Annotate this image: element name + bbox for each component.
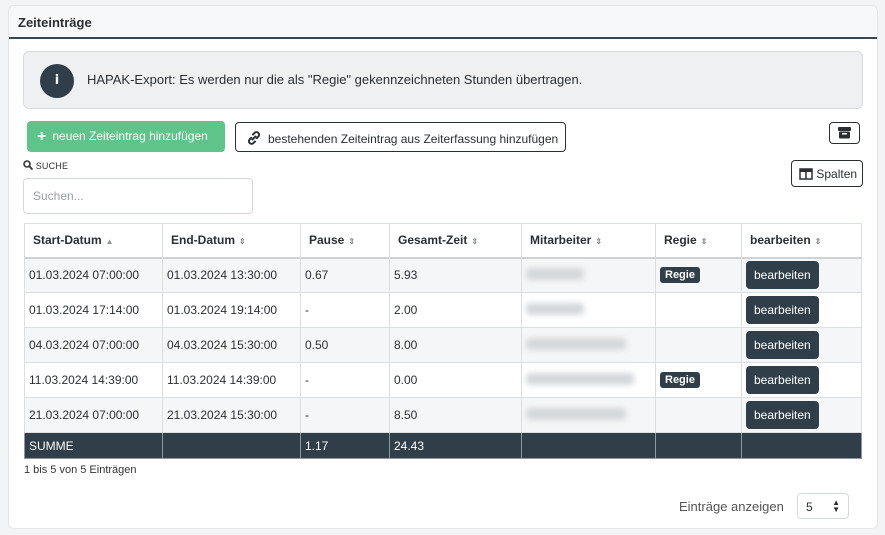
cell-start: 04.03.2024 07:00:00 xyxy=(24,327,163,363)
cell-start: 11.03.2024 14:39:00 xyxy=(24,362,163,398)
col-total-time[interactable]: Gesamt-Zeit ⇕ xyxy=(389,223,522,259)
cell-regie xyxy=(655,292,742,328)
table-row: 21.03.2024 07:00:00 21.03.2024 15:30:00 … xyxy=(24,397,862,433)
table-row: 01.03.2024 07:00:00 01.03.2024 13:30:00 … xyxy=(24,257,862,293)
archive-button[interactable] xyxy=(829,122,860,144)
cell-edit: bearbeiten xyxy=(741,257,862,293)
columns-button[interactable]: Spalten xyxy=(791,160,863,187)
table-row: 01.03.2024 17:14:00 01.03.2024 19:14:00 … xyxy=(24,292,862,328)
search-input[interactable] xyxy=(23,178,253,214)
sort-asc-icon: ▲ xyxy=(105,237,114,247)
link-icon xyxy=(246,130,262,149)
add-new-entry-label: neuen Zeiteintrag hinzufügen xyxy=(52,129,208,143)
cell-start: 21.03.2024 07:00:00 xyxy=(24,397,163,433)
cell-regie xyxy=(655,397,742,433)
search-icon xyxy=(23,160,33,170)
cell-employee-redacted xyxy=(521,292,656,328)
page-size-label: Einträge anzeigen xyxy=(679,499,784,514)
cell-edit: bearbeiten xyxy=(741,327,862,363)
cell-employee-redacted xyxy=(521,362,656,398)
cell-end: 01.03.2024 19:14:00 xyxy=(162,292,301,328)
col-end-date[interactable]: End-Datum ⇕ xyxy=(162,223,301,259)
add-existing-entry-label: bestehenden Zeiteintrag aus Zeiterfassun… xyxy=(268,132,559,146)
summary-label: SUMME xyxy=(24,432,163,459)
summary-empty xyxy=(741,432,862,459)
cell-edit: bearbeiten xyxy=(741,292,862,328)
time-entries-table: Start-Datum ▲ End-Datum ⇕ Pause ⇕ Gesamt-Ze… xyxy=(24,223,862,459)
card-title: Zeiteinträge xyxy=(18,15,92,30)
cell-total: 5.93 xyxy=(389,257,522,293)
time-entries-card: Zeiteinträge i HAPAK-Export: Es werden n… xyxy=(8,5,878,529)
cell-regie: Regie xyxy=(655,362,742,398)
edit-button[interactable]: bearbeiten xyxy=(746,331,819,359)
card-header: Zeiteinträge xyxy=(9,6,877,39)
table-info-text: 1 bis 5 von 5 Einträgen xyxy=(24,464,137,476)
summary-empty xyxy=(655,432,742,459)
alert-text: HAPAK-Export: Es werden nur die als "Reg… xyxy=(87,72,583,87)
regie-badge: Regie xyxy=(660,372,700,388)
cell-total: 8.00 xyxy=(389,327,522,363)
summary-empty xyxy=(162,432,301,459)
cell-pause: - xyxy=(300,292,390,328)
edit-button[interactable]: bearbeiten xyxy=(746,366,819,394)
page-size-select[interactable]: 5 ▲ ▼ xyxy=(797,493,849,519)
archive-icon xyxy=(838,127,851,139)
plus-icon: + xyxy=(37,128,47,145)
cell-employee-redacted xyxy=(521,327,656,363)
page-size-value: 5 xyxy=(806,500,813,514)
sort-icon: ⇕ xyxy=(471,237,479,247)
cell-regie xyxy=(655,327,742,363)
summary-total: 24.43 xyxy=(389,432,522,459)
add-existing-entry-button[interactable]: bestehenden Zeiteintrag aus Zeiterfassun… xyxy=(235,122,566,152)
columns-label: Spalten xyxy=(816,167,858,181)
cell-total: 8.50 xyxy=(389,397,522,433)
info-alert: i HAPAK-Export: Es werden nur die als "R… xyxy=(23,51,863,109)
cell-regie: Regie xyxy=(655,257,742,293)
edit-button[interactable]: bearbeiten xyxy=(746,261,819,290)
regie-badge: Regie xyxy=(660,267,700,284)
table-row: 11.03.2024 14:39:00 11.03.2024 14:39:00 … xyxy=(24,362,862,398)
info-icon: i xyxy=(40,64,74,98)
cell-end: 04.03.2024 15:30:00 xyxy=(162,327,301,363)
cell-end: 21.03.2024 15:30:00 xyxy=(162,397,301,433)
summary-empty xyxy=(521,432,656,459)
cell-start: 01.03.2024 07:00:00 xyxy=(24,257,163,293)
col-employee[interactable]: Mitarbeiter ⇕ xyxy=(521,223,656,259)
cell-employee-redacted xyxy=(521,397,656,433)
edit-button[interactable]: bearbeiten xyxy=(746,401,819,429)
cell-end: 01.03.2024 13:30:00 xyxy=(162,257,301,293)
col-edit[interactable]: bearbeiten ⇕ xyxy=(741,223,862,259)
cell-pause: - xyxy=(300,362,390,398)
sort-icon: ⇕ xyxy=(348,237,356,247)
col-start-date[interactable]: Start-Datum ▲ xyxy=(24,223,163,259)
add-new-entry-button[interactable]: + neuen Zeiteintrag hinzufügen xyxy=(27,121,225,152)
cell-edit: bearbeiten xyxy=(741,397,862,433)
edit-button[interactable]: bearbeiten xyxy=(746,296,819,324)
table-row: 04.03.2024 07:00:00 04.03.2024 15:30:00 … xyxy=(24,327,862,363)
col-regie[interactable]: Regie ⇕ xyxy=(655,223,742,259)
columns-icon xyxy=(799,168,813,180)
col-pause[interactable]: Pause ⇕ xyxy=(300,223,390,259)
cell-pause: 0.50 xyxy=(300,327,390,363)
sort-icon: ⇕ xyxy=(700,237,708,247)
sort-icon: ⇕ xyxy=(595,237,603,247)
cell-pause: - xyxy=(300,397,390,433)
cell-start: 01.03.2024 17:14:00 xyxy=(24,292,163,328)
search-label: SUCHE xyxy=(23,160,68,171)
cell-total: 2.00 xyxy=(389,292,522,328)
cell-employee-redacted xyxy=(521,257,656,293)
summary-row: SUMME 1.17 24.43 xyxy=(24,432,862,459)
summary-pause: 1.17 xyxy=(300,432,390,459)
cell-total: 0.00 xyxy=(389,362,522,398)
cell-pause: 0.67 xyxy=(300,257,390,293)
cell-edit: bearbeiten xyxy=(741,362,862,398)
sort-icon: ⇕ xyxy=(814,237,822,247)
sort-icon: ⇕ xyxy=(239,237,246,247)
cell-end: 11.03.2024 14:39:00 xyxy=(162,362,301,398)
select-arrows-icon: ▲ ▼ xyxy=(832,498,840,514)
